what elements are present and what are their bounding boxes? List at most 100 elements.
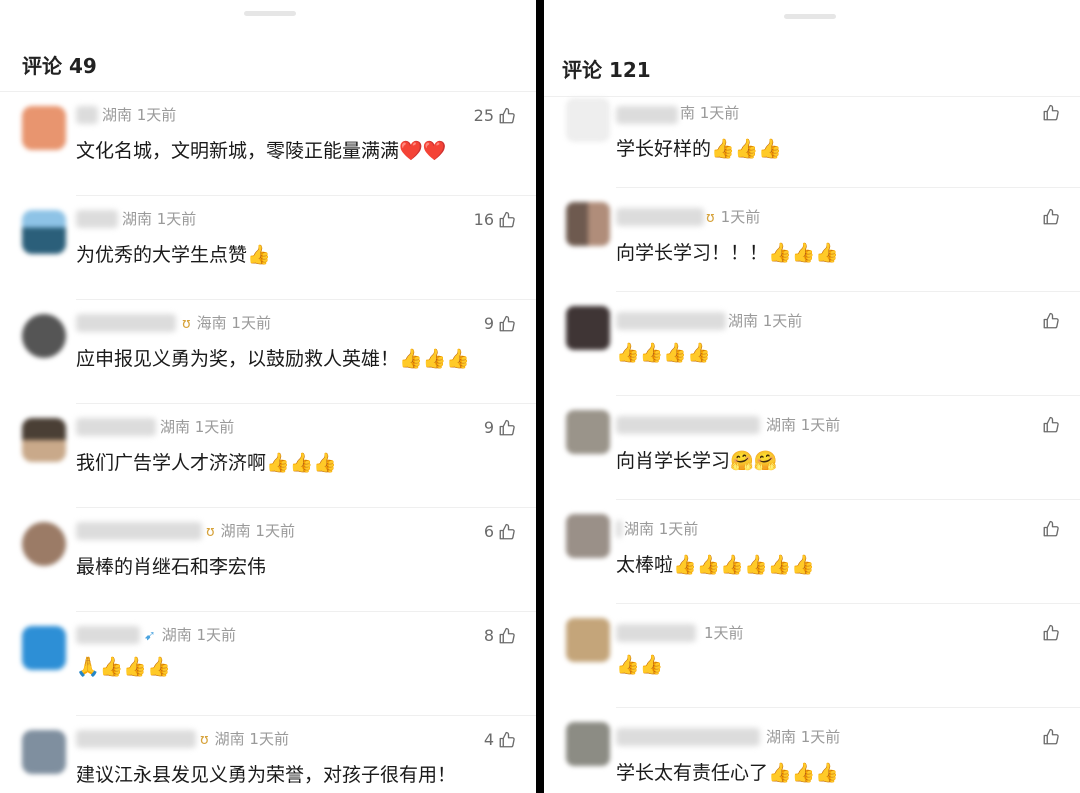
comment-text: 向肖学长学习🤗🤗: [616, 450, 778, 472]
panel-gap: [536, 0, 544, 793]
comment-text: 👍👍: [616, 654, 663, 676]
avatar[interactable]: [22, 418, 66, 462]
avatar[interactable]: [22, 210, 66, 254]
avatar[interactable]: [566, 618, 610, 662]
thumbs-up-icon: [1042, 624, 1060, 642]
username-blurred[interactable]: [76, 626, 140, 644]
like-button[interactable]: 8: [484, 626, 516, 645]
comment-item[interactable]: ʊ 湖南 1天前 最棒的肖继石和李宏伟 6: [0, 508, 536, 612]
comment-item[interactable]: 湖南 1天前 👍👍👍👍: [544, 292, 1080, 396]
thumbs-up-icon: [498, 107, 516, 125]
username-blurred[interactable]: [616, 520, 622, 538]
comment-item[interactable]: ʊ 海南 1天前 应申报见义勇为奖，以鼓励救人英雄！👍👍👍 9: [0, 300, 536, 404]
comment-item[interactable]: 湖南 1天前 太棒啦👍👍👍👍👍👍: [544, 500, 1080, 604]
username-blurred[interactable]: [76, 522, 202, 540]
username-blurred[interactable]: [76, 418, 156, 436]
comment-item[interactable]: ʊ 湖南 1天前 建议江永县发见义勇为荣誉，对孩子很有用！ 4: [0, 716, 536, 793]
comment-meta: ʊ 海南 1天前: [182, 314, 271, 332]
like-button[interactable]: 9: [484, 418, 516, 437]
like-button[interactable]: [1042, 416, 1060, 434]
like-count: 4: [483, 730, 494, 749]
drag-handle[interactable]: [784, 14, 836, 19]
username-blurred[interactable]: [76, 730, 196, 748]
username-blurred[interactable]: [76, 210, 118, 228]
avatar[interactable]: [566, 514, 610, 558]
username-blurred[interactable]: [76, 106, 98, 124]
comment-meta: 1天前: [704, 624, 744, 642]
comment-meta: ʊ 1天前: [706, 208, 761, 226]
avatar[interactable]: [566, 410, 610, 454]
emoji: 👍👍👍: [711, 138, 782, 160]
emoji: 👍👍👍👍👍👍: [673, 554, 815, 576]
like-button[interactable]: 6: [484, 522, 516, 541]
like-count: 16: [473, 210, 494, 229]
avatar[interactable]: [22, 314, 66, 358]
comment-text: 学长好样的👍👍👍: [616, 138, 782, 160]
username-blurred[interactable]: [616, 106, 678, 124]
like-count: 25: [473, 106, 494, 125]
username-blurred[interactable]: [616, 312, 726, 330]
comment-item[interactable]: 南 1天前 学长好样的👍👍👍: [544, 84, 1080, 188]
emoji: 🙏👍👍👍: [76, 656, 171, 678]
comment-item[interactable]: ʊ 1天前 向学长学习！！！👍👍👍: [544, 188, 1080, 292]
comment-item[interactable]: 湖南 1天前 我们广告学人才济济啊👍👍👍 9: [0, 404, 536, 508]
comment-item[interactable]: 湖南 1天前 学长太有责任心了👍👍👍: [544, 708, 1080, 793]
thumbs-up-icon: [1042, 520, 1060, 538]
like-button[interactable]: 16: [474, 210, 516, 229]
comment-text: 🙏👍👍👍: [76, 656, 171, 678]
comment-item[interactable]: 湖南 1天前 文化名城，文明新城，零陵正能量满满❤️❤️ 25: [0, 92, 536, 196]
comment-item[interactable]: 1天前 👍👍: [544, 604, 1080, 708]
comment-meta: 湖南 1天前: [766, 728, 841, 746]
comment-item[interactable]: 湖南 1天前 向肖学长学习🤗🤗: [544, 396, 1080, 500]
comment-meta: 湖南 1天前: [766, 416, 841, 434]
comment-meta: 湖南 1天前: [624, 520, 699, 538]
comment-text: 我们广告学人才济济啊👍👍👍: [76, 452, 337, 474]
level-badge-icon: ➹: [144, 628, 156, 644]
avatar[interactable]: [22, 730, 66, 774]
comment-meta: ʊ 湖南 1天前: [200, 730, 289, 748]
like-button[interactable]: 4: [484, 730, 516, 749]
username-blurred[interactable]: [616, 624, 696, 642]
vip-badge-icon: ʊ: [200, 732, 209, 748]
comment-meta: 南 1天前: [680, 104, 740, 122]
thumbs-up-icon: [1042, 312, 1060, 330]
like-button[interactable]: [1042, 624, 1060, 642]
like-button[interactable]: [1042, 728, 1060, 746]
avatar[interactable]: [566, 722, 610, 766]
comment-meta: 湖南 1天前: [122, 210, 197, 228]
like-button[interactable]: [1042, 312, 1060, 330]
avatar[interactable]: [566, 306, 610, 350]
thumbs-up-icon: [498, 523, 516, 541]
avatar[interactable]: [22, 626, 66, 670]
comment-item[interactable]: 湖南 1天前 为优秀的大学生点赞👍 16: [0, 196, 536, 300]
like-button[interactable]: [1042, 104, 1060, 122]
thumbs-up-icon: [498, 627, 516, 645]
username-blurred[interactable]: [616, 416, 760, 434]
comments-panel-left: 评论 49 湖南 1天前 文化名城，文明新城，零陵正能量满满❤️❤️ 25 湖南…: [0, 0, 536, 793]
avatar[interactable]: [566, 98, 610, 142]
vip-badge-icon: ʊ: [206, 524, 215, 540]
comment-meta: ʊ 湖南 1天前: [206, 522, 295, 540]
drag-handle[interactable]: [244, 11, 296, 16]
comment-meta: 湖南 1天前: [102, 106, 177, 124]
like-button[interactable]: [1042, 520, 1060, 538]
like-count: 9: [483, 418, 494, 437]
like-count: 6: [483, 522, 494, 541]
comment-meta: ➹ 湖南 1天前: [144, 626, 237, 644]
avatar[interactable]: [22, 522, 66, 566]
avatar[interactable]: [566, 202, 610, 246]
thumbs-up-icon: [498, 419, 516, 437]
comment-item[interactable]: ➹ 湖南 1天前 🙏👍👍👍 8: [0, 612, 536, 716]
username-blurred[interactable]: [616, 728, 760, 746]
comments-header: 评论 121: [562, 58, 651, 82]
username-blurred[interactable]: [76, 314, 176, 332]
comment-meta: 湖南 1天前: [160, 418, 235, 436]
like-button[interactable]: [1042, 208, 1060, 226]
like-button[interactable]: 9: [484, 314, 516, 333]
emoji: 👍👍: [616, 654, 664, 676]
avatar[interactable]: [22, 106, 66, 150]
like-button[interactable]: 25: [474, 106, 516, 125]
thumbs-up-icon: [498, 211, 516, 229]
username-blurred[interactable]: [616, 208, 704, 226]
emoji: ❤️❤️: [399, 140, 447, 162]
